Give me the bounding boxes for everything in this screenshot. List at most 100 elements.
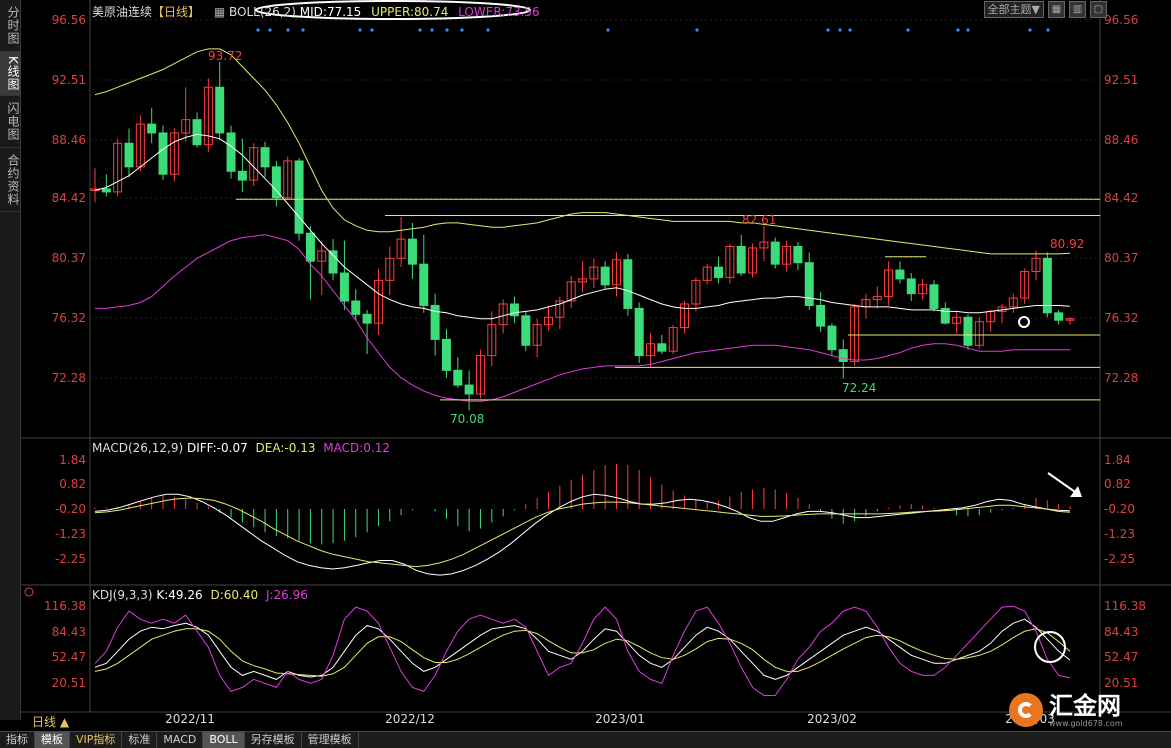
chart-header: 美原油连续【日线】 ▦ BOLL(26,2) MID:77.15 UPPER:8… bbox=[92, 3, 540, 20]
signal-dot bbox=[430, 28, 434, 32]
tab-macd[interactable]: MACD bbox=[157, 732, 204, 748]
highlight-circle bbox=[1018, 316, 1030, 328]
candle-body bbox=[101, 188, 111, 193]
signal-dot bbox=[838, 28, 842, 32]
kline-chart[interactable]: 96.56 96.56 92.51 92.51 88.46 88.46 84.42 84.42… bbox=[21, 0, 1171, 730]
macd-tick-label-right: 1.84 bbox=[1104, 453, 1131, 467]
signal-dot bbox=[956, 28, 960, 32]
candle-body bbox=[623, 259, 633, 309]
candle-body bbox=[237, 170, 247, 181]
price-tick-label-left: 84.42 bbox=[52, 191, 86, 205]
period-button[interactable]: 日线 ▲ bbox=[20, 714, 102, 730]
price-tick-label-right: 88.46 bbox=[1104, 133, 1138, 147]
kdj-tick-label-right: 84.43 bbox=[1104, 625, 1138, 639]
window-icon[interactable]: ▢ bbox=[1090, 1, 1107, 18]
price-tick-label-left: 88.46 bbox=[52, 133, 86, 147]
signal-dot bbox=[826, 28, 830, 32]
tab-boll[interactable]: BOLL bbox=[203, 732, 245, 748]
candle-body bbox=[305, 232, 315, 262]
price-tick-label-left: 80.37 bbox=[52, 251, 86, 265]
signal-dot bbox=[301, 28, 305, 32]
brand-logo: 汇金网 www.gold678.com bbox=[1009, 690, 1159, 730]
date-tick-label: 2022/12 bbox=[385, 712, 435, 726]
price-tick-label-left: 72.28 bbox=[52, 371, 86, 385]
grid-icon[interactable]: ▦ bbox=[1048, 1, 1065, 18]
side-tab-flash[interactable]: 闪电图 bbox=[0, 96, 20, 148]
kdj-title: KDJ(9,3,3) bbox=[92, 588, 153, 602]
signal-dot bbox=[370, 28, 374, 32]
layout-icon[interactable]: ▥ bbox=[1069, 1, 1086, 18]
indicator-icon: ▦ bbox=[213, 5, 226, 19]
price-tick-label-left: 76.32 bbox=[52, 311, 86, 325]
kdj-tick-label-right: 20.51 bbox=[1104, 676, 1138, 690]
tab-save-template[interactable]: 另存模板 bbox=[245, 732, 302, 748]
macd-value: MACD:0.12 bbox=[323, 441, 391, 455]
chevron-down-icon: ▼ bbox=[1031, 3, 1040, 16]
macd-header: MACD(26,12,9) DIFF:-0.07 DEA:-0.13 MACD:… bbox=[92, 441, 390, 455]
arrow-head-icon bbox=[1070, 486, 1082, 497]
logo-url: www.gold678.com bbox=[1049, 718, 1123, 728]
tab-indicator[interactable]: 指标 bbox=[0, 732, 35, 748]
macd-diff: DIFF:-0.07 bbox=[186, 441, 248, 455]
tab-manage-template[interactable]: 管理模板 bbox=[302, 732, 359, 748]
signal-dot bbox=[695, 28, 699, 32]
annotation-right-high: 80.92 bbox=[1050, 237, 1084, 251]
candle-body bbox=[963, 316, 973, 346]
signal-dot bbox=[460, 28, 464, 32]
logo-icon bbox=[1009, 693, 1043, 727]
signal-dot bbox=[486, 28, 490, 32]
price-tick-label-right: 80.37 bbox=[1104, 251, 1138, 265]
candle-body bbox=[816, 304, 826, 327]
tab-standard[interactable]: 标准 bbox=[122, 732, 158, 748]
macd-tick-label-left: -2.25 bbox=[55, 552, 86, 566]
annotation-low: 70.08 bbox=[450, 412, 484, 426]
tab-template[interactable]: 模板 bbox=[35, 732, 70, 748]
kdj-settings-icon bbox=[24, 587, 34, 597]
side-tab-kline[interactable]: K线图 bbox=[0, 52, 20, 96]
signal-dot bbox=[848, 28, 852, 32]
candle-body bbox=[362, 313, 372, 324]
macd-tick-label-left: 0.82 bbox=[59, 477, 86, 491]
candle-body bbox=[895, 269, 905, 280]
kdj-tick-label-left: 20.51 bbox=[52, 676, 86, 690]
theme-select[interactable]: 全部主题▼ bbox=[983, 1, 1044, 18]
signal-dot bbox=[358, 28, 362, 32]
candle-body bbox=[260, 147, 270, 168]
candle-body bbox=[453, 369, 463, 386]
signal-dot bbox=[1028, 28, 1032, 32]
candle-body bbox=[328, 250, 338, 274]
price-tick-label-left: 96.56 bbox=[52, 13, 86, 27]
tab-vip-indicator[interactable]: VIP指标 bbox=[70, 732, 123, 748]
candle-body bbox=[407, 238, 417, 265]
candle-body bbox=[192, 119, 202, 146]
signal-dot bbox=[906, 28, 910, 32]
kdj-k-line bbox=[94, 618, 1071, 680]
annotation-mid-high: 82.61 bbox=[742, 213, 776, 227]
side-tab-contract[interactable]: 合约资料 bbox=[0, 148, 20, 212]
side-tab-bar: 分时图 K线图 闪电图 合约资料 bbox=[0, 0, 21, 720]
annotation-mid-low: 72.24 bbox=[842, 381, 876, 395]
chart-toolbar: 全部主题▼ ▦ ▥ ▢ bbox=[983, 1, 1107, 18]
side-tab-timeshare[interactable]: 分时图 bbox=[0, 0, 20, 52]
kdj-j: J:26.96 bbox=[265, 588, 308, 602]
candle-body bbox=[294, 160, 304, 234]
price-tick-label-right: 92.51 bbox=[1104, 73, 1138, 87]
signal-dot bbox=[256, 28, 260, 32]
candle-body bbox=[838, 349, 848, 362]
price-tick-label-left: 92.51 bbox=[52, 73, 86, 87]
kdj-tick-label-left: 116.38 bbox=[44, 599, 86, 613]
candle-body bbox=[657, 343, 667, 352]
macd-title: MACD(26,12,9) bbox=[92, 441, 184, 455]
signal-dot bbox=[268, 28, 272, 32]
annotation-high: 93.72 bbox=[208, 49, 242, 63]
kdj-header: KDJ(9,3,3) K:49.26 D:60.40 J:26.96 bbox=[92, 588, 308, 602]
candle-body bbox=[600, 266, 610, 286]
candle-body bbox=[906, 278, 916, 295]
boll-lower: LOWER:73.56 bbox=[458, 5, 540, 19]
price-tick-label-right: 72.28 bbox=[1104, 371, 1138, 385]
candle-body bbox=[634, 307, 644, 357]
boll-mid: MID:77.15 bbox=[299, 5, 362, 19]
candle-body bbox=[793, 245, 803, 264]
period-tag: 【日线】 bbox=[152, 5, 201, 19]
logo-name: 汇金网 bbox=[1049, 691, 1121, 720]
